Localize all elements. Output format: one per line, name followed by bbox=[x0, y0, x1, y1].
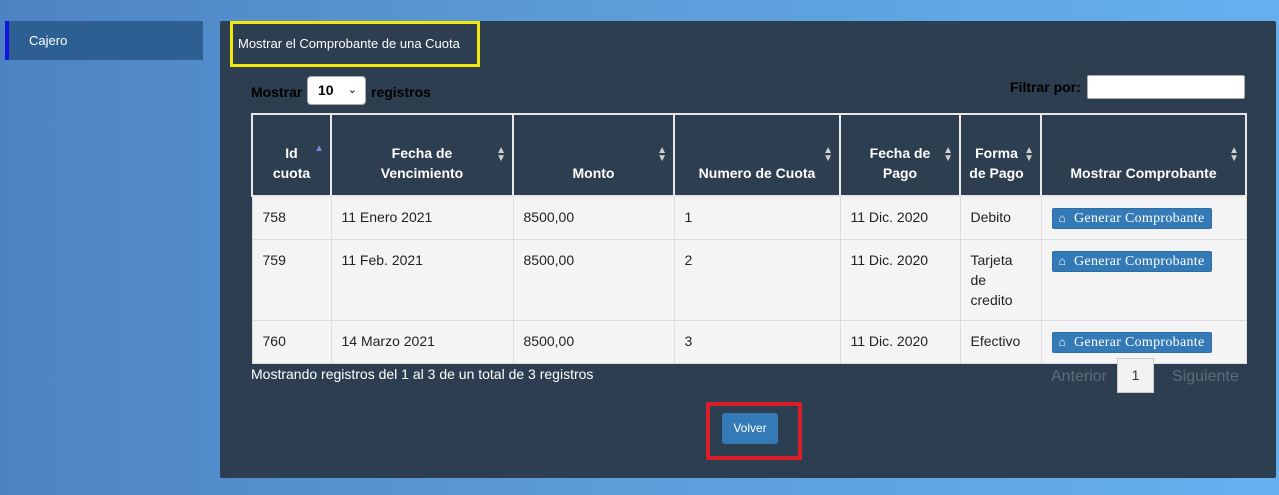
length-prefix-label: Mostrar bbox=[251, 84, 303, 100]
cell-id: 760 bbox=[251, 320, 332, 364]
sort-both-icon: ▲ ▼ bbox=[1024, 145, 1034, 164]
home-icon: ⌂ bbox=[1058, 254, 1067, 268]
table-row: 759 11 Feb. 2021 8500,00 2 11 Dic. 2020 … bbox=[251, 239, 1247, 321]
sidebar-item-cajero[interactable]: Cajero bbox=[5, 21, 203, 60]
main-panel: Mostrar el Comprobante de una Cuota Most… bbox=[220, 21, 1276, 478]
cell-comprobante: ⌂ Generar Comprobante bbox=[1040, 195, 1247, 240]
generar-comprobante-button[interactable]: ⌂ Generar Comprobante bbox=[1051, 332, 1212, 353]
cell-vencimiento: 14 Marzo 2021 bbox=[330, 320, 514, 364]
filter-input[interactable] bbox=[1087, 75, 1245, 99]
sort-both-icon: ▲ ▼ bbox=[657, 145, 667, 164]
cell-fecha-pago: 11 Dic. 2020 bbox=[839, 320, 961, 364]
table-header-row: Id cuota ▲ Fecha de Vencimiento ▲ ▼ Monto ▲ ▼… bbox=[251, 113, 1247, 197]
column-header-vencimiento[interactable]: Fecha de Vencimiento ▲ ▼ bbox=[330, 113, 514, 197]
sidebar: Cajero bbox=[0, 0, 205, 495]
cell-fecha-pago: 11 Dic. 2020 bbox=[839, 239, 961, 321]
cell-id: 759 bbox=[251, 239, 332, 321]
column-header-forma-pago[interactable]: Forma de Pago ▲ ▼ bbox=[959, 113, 1042, 197]
cell-comprobante: ⌂ Generar Comprobante bbox=[1040, 239, 1247, 321]
cell-forma-pago: Tarjeta de credito bbox=[959, 239, 1042, 321]
cell-numero: 2 bbox=[673, 239, 841, 321]
length-select-value: 10 bbox=[318, 82, 334, 98]
column-header-monto[interactable]: Monto ▲ ▼ bbox=[512, 113, 675, 197]
cuotas-table: Id cuota ▲ Fecha de Vencimiento ▲ ▼ Monto ▲ ▼… bbox=[251, 113, 1247, 364]
sort-both-icon: ▲ ▼ bbox=[1229, 145, 1239, 164]
cell-fecha-pago: 11 Dic. 2020 bbox=[839, 195, 961, 240]
cell-numero: 1 bbox=[673, 195, 841, 240]
column-header-fecha-pago[interactable]: Fecha de Pago ▲ ▼ bbox=[839, 113, 961, 197]
page-title: Mostrar el Comprobante de una Cuota bbox=[230, 21, 480, 67]
filter-label: Filtrar por: bbox=[1010, 79, 1081, 95]
cell-numero: 3 bbox=[673, 320, 841, 364]
pagination-page-1[interactable]: 1 bbox=[1117, 358, 1154, 393]
pagination-prev[interactable]: Anterior bbox=[1051, 368, 1107, 386]
cell-monto: 8500,00 bbox=[512, 195, 675, 240]
column-header-id[interactable]: Id cuota ▲ bbox=[251, 113, 332, 197]
column-header-numero[interactable]: Numero de Cuota ▲ ▼ bbox=[673, 113, 841, 197]
cell-monto: 8500,00 bbox=[512, 239, 675, 321]
chevron-down-icon: ⌄ bbox=[347, 84, 357, 96]
volver-button[interactable]: Volver bbox=[722, 413, 778, 444]
length-select[interactable]: 10 ⌄ bbox=[307, 76, 366, 105]
sort-asc-icon: ▲ bbox=[314, 143, 324, 154]
sort-both-icon: ▲ ▼ bbox=[823, 145, 833, 164]
table-row: 760 14 Marzo 2021 8500,00 3 11 Dic. 2020… bbox=[251, 320, 1247, 364]
cell-forma-pago: Debito bbox=[959, 195, 1042, 240]
home-icon: ⌂ bbox=[1058, 211, 1067, 225]
sort-both-icon: ▲ ▼ bbox=[943, 145, 953, 164]
generar-comprobante-button[interactable]: ⌂ Generar Comprobante bbox=[1051, 251, 1212, 272]
volver-highlight: Volver bbox=[706, 402, 802, 460]
home-icon: ⌂ bbox=[1058, 335, 1067, 349]
cell-vencimiento: 11 Enero 2021 bbox=[330, 195, 514, 240]
cell-monto: 8500,00 bbox=[512, 320, 675, 364]
table-row: 758 11 Enero 2021 8500,00 1 11 Dic. 2020… bbox=[251, 195, 1247, 240]
table-info: Mostrando registros del 1 al 3 de un tot… bbox=[251, 366, 594, 382]
cell-forma-pago: Efectivo bbox=[959, 320, 1042, 364]
length-suffix-label: registros bbox=[371, 84, 431, 100]
column-header-comprobante[interactable]: Mostrar Comprobante ▲ ▼ bbox=[1040, 113, 1247, 197]
generar-comprobante-button[interactable]: ⌂ Generar Comprobante bbox=[1051, 208, 1212, 229]
cell-id: 758 bbox=[251, 195, 332, 240]
pagination-next[interactable]: Siguiente bbox=[1172, 368, 1239, 386]
sort-both-icon: ▲ ▼ bbox=[496, 145, 506, 164]
cell-vencimiento: 11 Feb. 2021 bbox=[330, 239, 514, 321]
